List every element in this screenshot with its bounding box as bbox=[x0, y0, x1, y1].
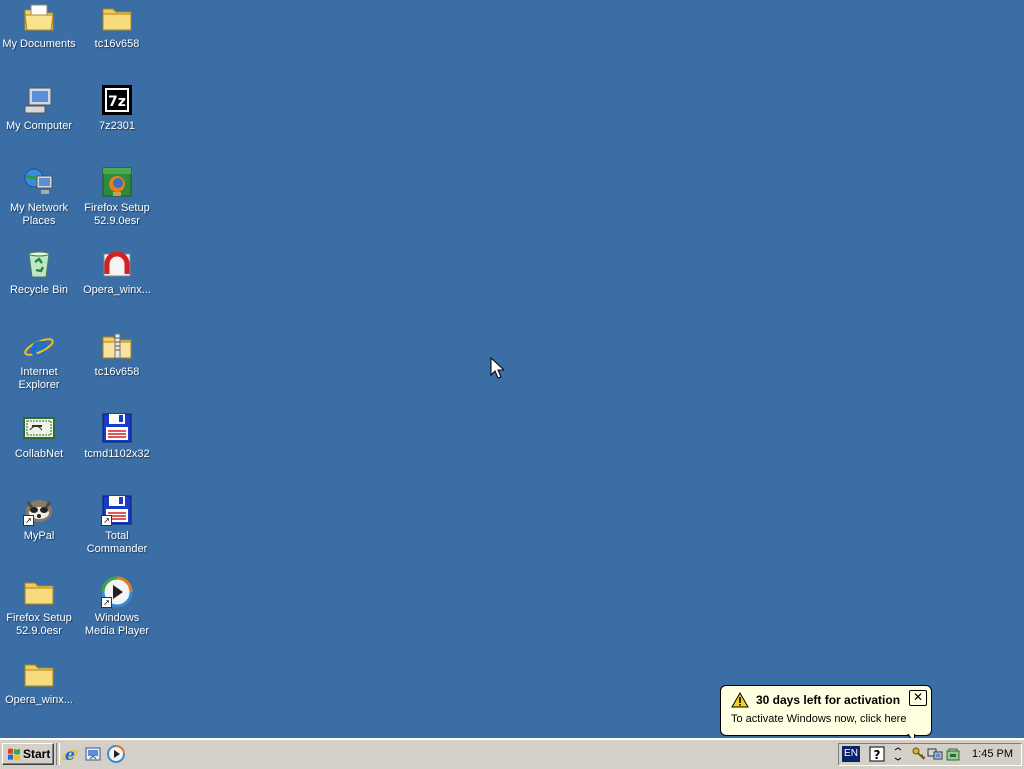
7zip-icon: 7z bbox=[101, 84, 133, 116]
desktop-icon-firefox-setup-folder[interactable]: Firefox Setup 52.9.0esr bbox=[0, 576, 78, 638]
desktop-icon-mypal[interactable]: ↗ MyPal bbox=[0, 494, 78, 543]
total-commander-icon: ↗ bbox=[101, 494, 133, 526]
svg-text:?: ? bbox=[874, 748, 881, 762]
recycle-bin-icon bbox=[23, 248, 55, 280]
desktop-icon-recycle-bin[interactable]: Recycle Bin bbox=[0, 248, 78, 297]
desktop-icon-7z2301[interactable]: 7z 7z2301 bbox=[78, 84, 156, 133]
balloon-close-button[interactable]: ✕ bbox=[909, 690, 927, 706]
network-connection-icon[interactable] bbox=[927, 746, 943, 762]
desktop-icon-tc16v658-zip[interactable]: tc16v658 bbox=[78, 330, 156, 379]
media-player-icon[interactable] bbox=[107, 745, 125, 763]
shortcut-arrow-icon: ↗ bbox=[101, 515, 112, 526]
mouse-cursor-icon bbox=[490, 357, 504, 379]
desktop[interactable]: My Documents My Computer My Network Plac… bbox=[0, 0, 1024, 738]
svg-text:7z: 7z bbox=[108, 94, 126, 110]
desktop-icon-my-network-places[interactable]: My Network Places bbox=[0, 166, 78, 228]
security-center-icon[interactable] bbox=[945, 746, 961, 762]
collabnet-icon bbox=[23, 412, 55, 444]
svg-text:e: e bbox=[65, 745, 75, 763]
language-indicator[interactable]: EN bbox=[842, 746, 860, 762]
desktop-icon-tc16v658-folder[interactable]: tc16v658 bbox=[78, 2, 156, 51]
balloon-title: 30 days left for activation bbox=[756, 693, 901, 707]
desktop-icon-opera-folder[interactable]: Opera_winx... bbox=[0, 658, 78, 707]
start-label: Start bbox=[23, 747, 51, 761]
my-computer-icon bbox=[23, 84, 55, 116]
windows-flag-icon bbox=[8, 748, 20, 761]
desktop-icon-collabnet[interactable]: CollabNet bbox=[0, 412, 78, 461]
network-places-icon bbox=[23, 166, 55, 198]
my-documents-icon bbox=[23, 2, 55, 34]
tray-expand-icon[interactable] bbox=[893, 746, 901, 762]
taskbar: Start e EN ? 1:45 PM bbox=[0, 738, 1024, 769]
activation-keys-icon[interactable] bbox=[911, 746, 927, 762]
svg-text:e: e bbox=[30, 330, 48, 362]
system-tray: EN ? 1:45 PM bbox=[838, 743, 1022, 766]
start-button[interactable]: Start bbox=[2, 743, 54, 765]
desktop-icon-tcmd1102x32[interactable]: tcmd1102x32 bbox=[78, 412, 156, 461]
balloon-body-link[interactable]: To activate Windows now, click here bbox=[731, 713, 906, 725]
media-player-icon: ↗ bbox=[101, 576, 133, 608]
show-desktop-icon[interactable] bbox=[84, 745, 102, 763]
internet-explorer-icon: e bbox=[23, 330, 55, 363]
firefox-setup-icon bbox=[101, 166, 133, 198]
shortcut-arrow-icon: ↗ bbox=[101, 597, 112, 608]
desktop-icon-my-documents[interactable]: My Documents bbox=[0, 2, 78, 51]
folder-icon bbox=[23, 658, 55, 690]
floppy-installer-icon bbox=[101, 412, 133, 444]
shortcut-arrow-icon: ↗ bbox=[23, 515, 34, 526]
folder-icon bbox=[23, 576, 55, 608]
desktop-icon-my-computer[interactable]: My Computer bbox=[0, 84, 78, 133]
desktop-icon-opera-installer[interactable]: Opera_winx... bbox=[78, 248, 156, 297]
warning-icon bbox=[731, 692, 749, 708]
mypal-icon: ↗ bbox=[23, 494, 55, 526]
activation-balloon[interactable]: 30 days left for activation To activate … bbox=[720, 685, 932, 744]
folder-icon bbox=[101, 2, 133, 34]
zip-folder-icon bbox=[101, 330, 133, 362]
clock[interactable]: 1:45 PM bbox=[972, 744, 1013, 765]
opera-installer-icon bbox=[101, 248, 133, 280]
desktop-icon-internet-explorer[interactable]: e Internet Explorer bbox=[0, 330, 78, 392]
internet-explorer-icon[interactable]: e bbox=[61, 745, 79, 763]
desktop-icon-windows-media-player[interactable]: ↗ Windows Media Player bbox=[78, 576, 156, 638]
desktop-icon-firefox-setup[interactable]: Firefox Setup 52.9.0esr bbox=[78, 166, 156, 228]
help-icon[interactable]: ? bbox=[869, 746, 885, 762]
quick-launch-separator bbox=[56, 743, 60, 765]
desktop-icon-total-commander[interactable]: ↗ Total Commander bbox=[78, 494, 156, 556]
